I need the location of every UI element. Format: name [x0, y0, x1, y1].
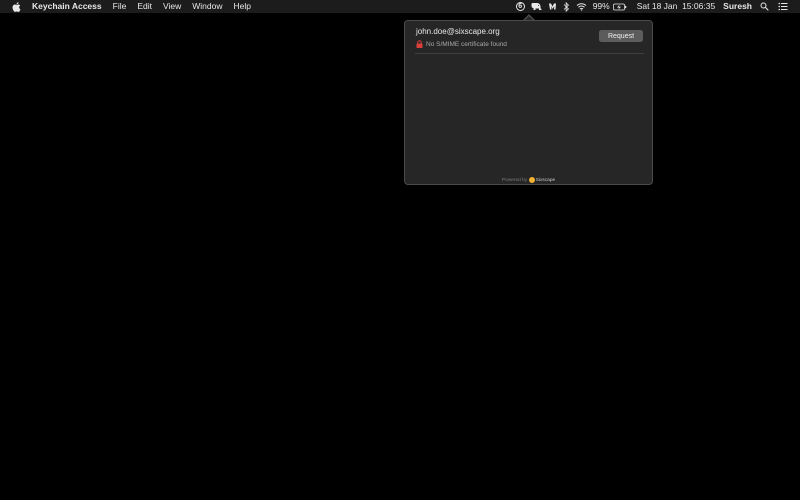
clock[interactable]: Sat 18 Jan 15:06:35 [637, 0, 715, 13]
lock-icon [416, 40, 423, 48]
battery-percent: 99% [592, 1, 610, 11]
menu-window[interactable]: Window [192, 0, 222, 13]
apple-icon[interactable] [11, 1, 21, 13]
spotlight-search-icon[interactable] [760, 0, 769, 13]
menu-help[interactable]: Help [234, 0, 251, 13]
divider [415, 53, 644, 54]
menu-file[interactable]: File [113, 0, 127, 13]
menu-view[interactable]: View [163, 0, 181, 13]
powered-by-label: Powered by [501, 177, 528, 183]
evernote-elephant-icon[interactable] [531, 0, 542, 13]
sixscape-badge: 6 [515, 2, 525, 11]
wifi-icon[interactable] [576, 0, 587, 13]
sixscape-logo-icon [528, 177, 535, 183]
menu-bar: Keychain Access File Edit View Window He… [0, 0, 800, 13]
app-name-menu[interactable]: Keychain Access [32, 0, 102, 13]
request-certificate-button[interactable]: Request [599, 30, 643, 42]
sixscape-popover: john.doe@sixscape.org No S/MIME certific… [404, 20, 653, 185]
menu-bar-right: 6 99% Sat 18 Jan 15:06:35 Suresh [515, 0, 800, 13]
user-name[interactable]: Suresh [723, 0, 752, 13]
menu-edit[interactable]: Edit [137, 0, 152, 13]
certificate-status: No S/MIME certificate found [416, 40, 507, 48]
sixscape-brand[interactable]: Sixscape [527, 177, 555, 183]
battery-charging-icon[interactable] [612, 0, 627, 13]
sixscape-brand-name: Sixscape [535, 177, 556, 183]
sixscape-status-icon[interactable]: 6 [515, 0, 525, 13]
powered-by-footer: Powered by Sixscape [405, 177, 652, 183]
m-app-icon[interactable] [548, 0, 557, 13]
notification-center-icon[interactable] [778, 0, 788, 13]
certificate-status-text: No S/MIME certificate found [426, 40, 507, 48]
menu-bar-left: Keychain Access File Edit View Window He… [0, 0, 262, 13]
account-email: john.doe@sixscape.org [416, 27, 500, 36]
bluetooth-icon[interactable] [563, 0, 570, 13]
